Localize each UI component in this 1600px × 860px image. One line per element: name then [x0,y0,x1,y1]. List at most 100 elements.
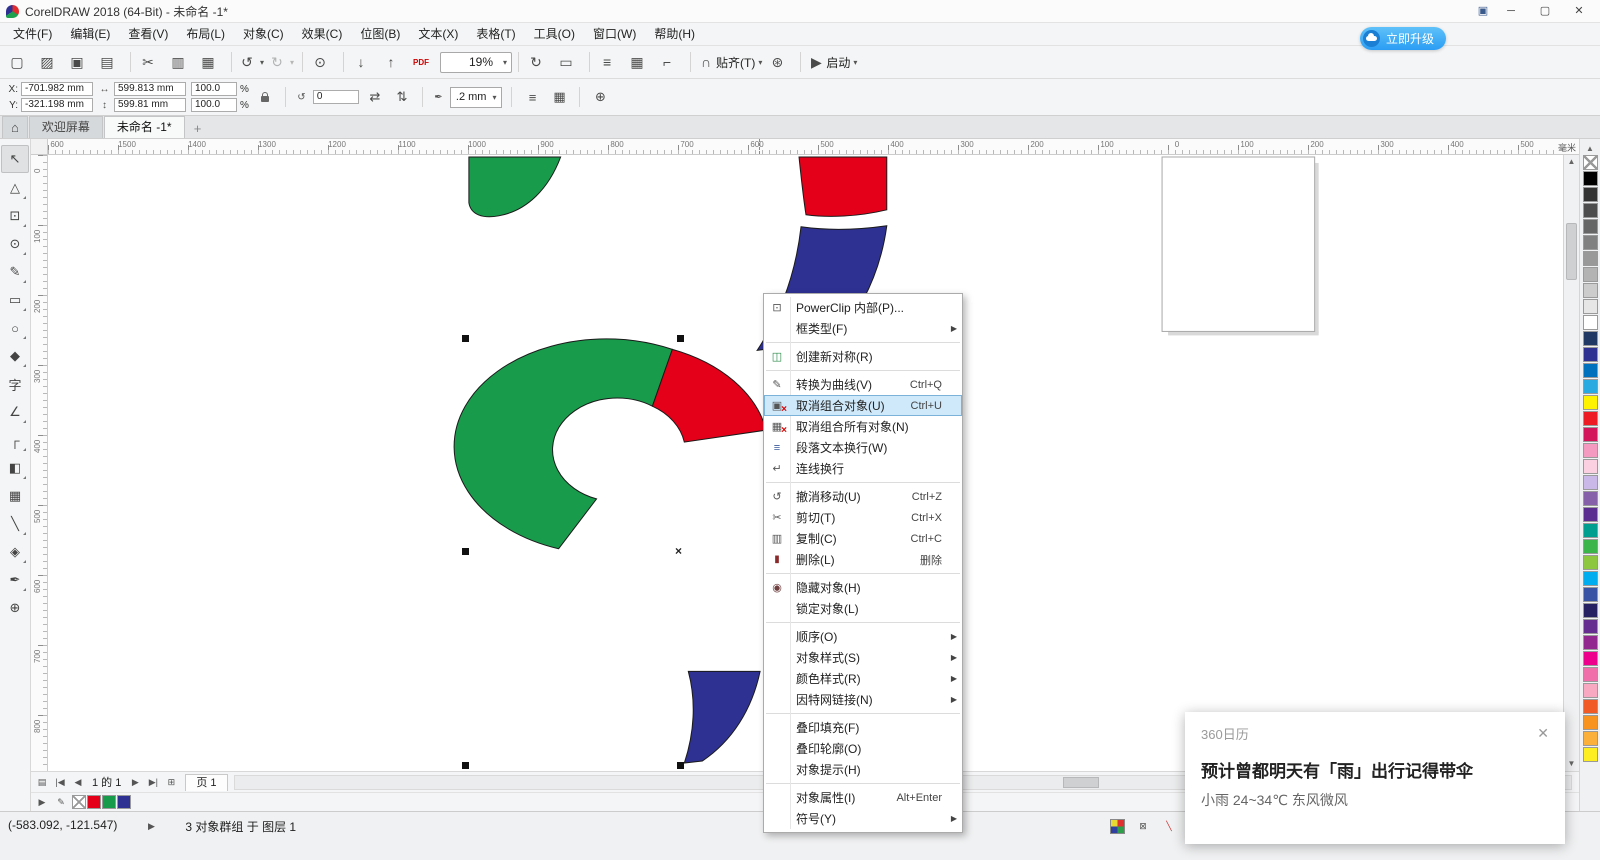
previous-page-button[interactable]: ◀ [70,774,86,790]
pdf-button[interactable]: PDF [410,50,438,74]
vertical-ruler[interactable]: 0 100 200 300 400 500 600 700 800 [31,155,48,771]
add-page-button[interactable]: ⊞ [163,774,179,790]
selection-handle[interactable] [677,762,684,769]
mirror-vertical-button[interactable]: ⇅ [391,86,413,108]
shape-green-ring[interactable] [453,338,673,550]
context-menu-item[interactable]: 对象样式(S) ▶ [764,647,962,668]
context-menu-item[interactable]: ↺ 撤消移动(U) Ctrl+Z [764,486,962,507]
palette-color-swatch[interactable] [1582,171,1598,186]
tool-mesh-fill[interactable]: ▦ [2,483,28,509]
palette-color-swatch[interactable] [1582,459,1598,474]
palette-color-swatch[interactable] [1582,443,1598,458]
palette-color-swatch[interactable] [1582,411,1598,426]
fill-indicator-icon[interactable]: ⊠ [1135,818,1151,834]
text-wrap-button[interactable]: ≡ [521,86,543,108]
context-menu-item[interactable]: ✎ 转换为曲线(V) Ctrl+Q [764,374,962,395]
new-button[interactable]: ▢ [6,50,34,74]
palette-color-swatch[interactable] [1582,299,1598,314]
grid-options-button[interactable]: ▦ [548,86,570,108]
palette-color-swatch[interactable] [1582,507,1598,522]
maximize-button[interactable]: ▢ [1530,2,1560,20]
minimize-button[interactable]: ─ [1496,2,1526,20]
palette-color-swatch[interactable] [1582,587,1598,602]
context-menu-item[interactable]: 对象提示(H) [764,759,962,780]
lock-ratio-button[interactable] [254,86,276,108]
mirror-horizontal-button[interactable]: ⇄ [364,86,386,108]
menubar-item[interactable]: 帮助(H) [645,23,704,45]
palette-color-swatch[interactable] [1582,683,1598,698]
home-tab[interactable]: ⌂ [2,116,28,138]
palette-color-swatch[interactable] [1582,331,1598,346]
menubar-item[interactable]: 位图(B) [351,23,409,45]
context-menu-item[interactable]: 锁定对象(L) [764,598,962,619]
tool-zoom[interactable]: ⊙ [2,231,28,257]
x-position-field[interactable]: -701.982 mm [21,82,93,96]
tool-freehand[interactable]: ✎ [2,259,28,285]
menubar-item[interactable]: 工具(O) [525,23,584,45]
ruler-corner[interactable] [31,139,48,155]
rulers-button[interactable]: ≡ [596,50,624,74]
tool-shape[interactable]: △ [2,175,28,201]
selection-handle[interactable] [462,762,469,769]
palette-color-swatch[interactable] [1582,315,1598,330]
palette-color-swatch[interactable] [1582,555,1598,570]
tool-polygon[interactable]: ◆ [2,343,28,369]
menubar-item[interactable]: 文本(X) [409,23,467,45]
doc-palette-arrow-icon[interactable]: ▶ [34,794,50,810]
paste-button[interactable]: ▦ [197,50,225,74]
quick-customize-button[interactable]: ⊕ [589,86,611,108]
import-button[interactable]: ↓ [350,50,378,74]
document-color-swatch[interactable] [102,795,116,809]
context-menu-item[interactable]: 颜色样式(R) ▶ [764,668,962,689]
vertical-scrollbar[interactable]: ▲ ▼ [1563,155,1579,771]
palette-color-swatch[interactable] [1582,267,1598,282]
tool-eyedropper[interactable]: ╲ [2,511,28,537]
context-menu-item[interactable]: 因特网链接(N) ▶ [764,689,962,710]
palette-color-swatch[interactable] [1582,523,1598,538]
coordinates-expander-icon[interactable]: ▶ [143,818,159,834]
palette-color-swatch[interactable] [1582,619,1598,634]
object-height-field[interactable]: 599.81 mm [114,98,186,112]
context-menu-item[interactable]: 叠印填充(F) [764,717,962,738]
document-tab[interactable]: 未命名 -1* [103,116,185,138]
shape-green-top-arc[interactable] [468,156,562,218]
export-button[interactable]: ↑ [380,50,408,74]
snap-button[interactable]: ∩ 贴齐(T) ▾ [697,50,764,74]
save-button[interactable]: ▣ [66,50,94,74]
context-menu-item[interactable]: ⊡ PowerClip 内部(P)... [764,297,962,318]
grid-button[interactable]: ▦ [626,50,654,74]
close-button[interactable]: ✕ [1564,2,1594,20]
gear-button[interactable]: ⊛ [766,50,794,74]
palette-color-swatch[interactable] [1582,747,1598,762]
palette-color-swatch[interactable] [1582,699,1598,714]
menubar-item[interactable]: 对象(C) [234,23,293,45]
context-menu-item[interactable]: ▦ 取消组合所有对象(N) [764,416,962,437]
palette-color-swatch[interactable] [1582,731,1598,746]
shape-red-top-arc[interactable] [798,156,888,217]
scroll-down-icon[interactable]: ▼ [1564,757,1579,771]
rotation-center-mark[interactable]: × [675,545,682,557]
context-menu-item[interactable]: 框类型(F) ▶ [764,318,962,339]
palette-color-swatch[interactable] [1582,187,1598,202]
palette-color-swatch[interactable] [1582,251,1598,266]
menubar-item[interactable]: 文件(F) [4,23,61,45]
guides-button[interactable]: ⌐ [656,50,684,74]
palette-color-swatch[interactable] [1582,155,1598,170]
palette-color-swatch[interactable] [1582,347,1598,362]
context-menu-item[interactable]: ▣ 取消组合对象(U) Ctrl+U [764,395,962,416]
palette-color-swatch[interactable] [1582,427,1598,442]
first-page-button[interactable]: |◀ [52,774,68,790]
tool-fill[interactable]: ◈ [2,539,28,565]
welcome-screen-tab[interactable]: 欢迎屏幕 [28,116,103,138]
selection-handle[interactable] [462,548,469,555]
copy-button[interactable]: ▥ [167,50,195,74]
tool-connector[interactable]: ┌ [2,427,28,453]
launcher-button[interactable]: ▶ 启动 ▾ [807,50,859,74]
palette-color-swatch[interactable] [1582,363,1598,378]
selection-handle[interactable] [462,335,469,342]
document-color-swatch[interactable] [117,795,131,809]
tool-rectangle[interactable]: ▭ [2,287,28,313]
vertical-scrollbar-thumb[interactable] [1566,223,1577,280]
palette-color-swatch[interactable] [1582,283,1598,298]
palette-indicator-icon[interactable] [1110,818,1125,834]
